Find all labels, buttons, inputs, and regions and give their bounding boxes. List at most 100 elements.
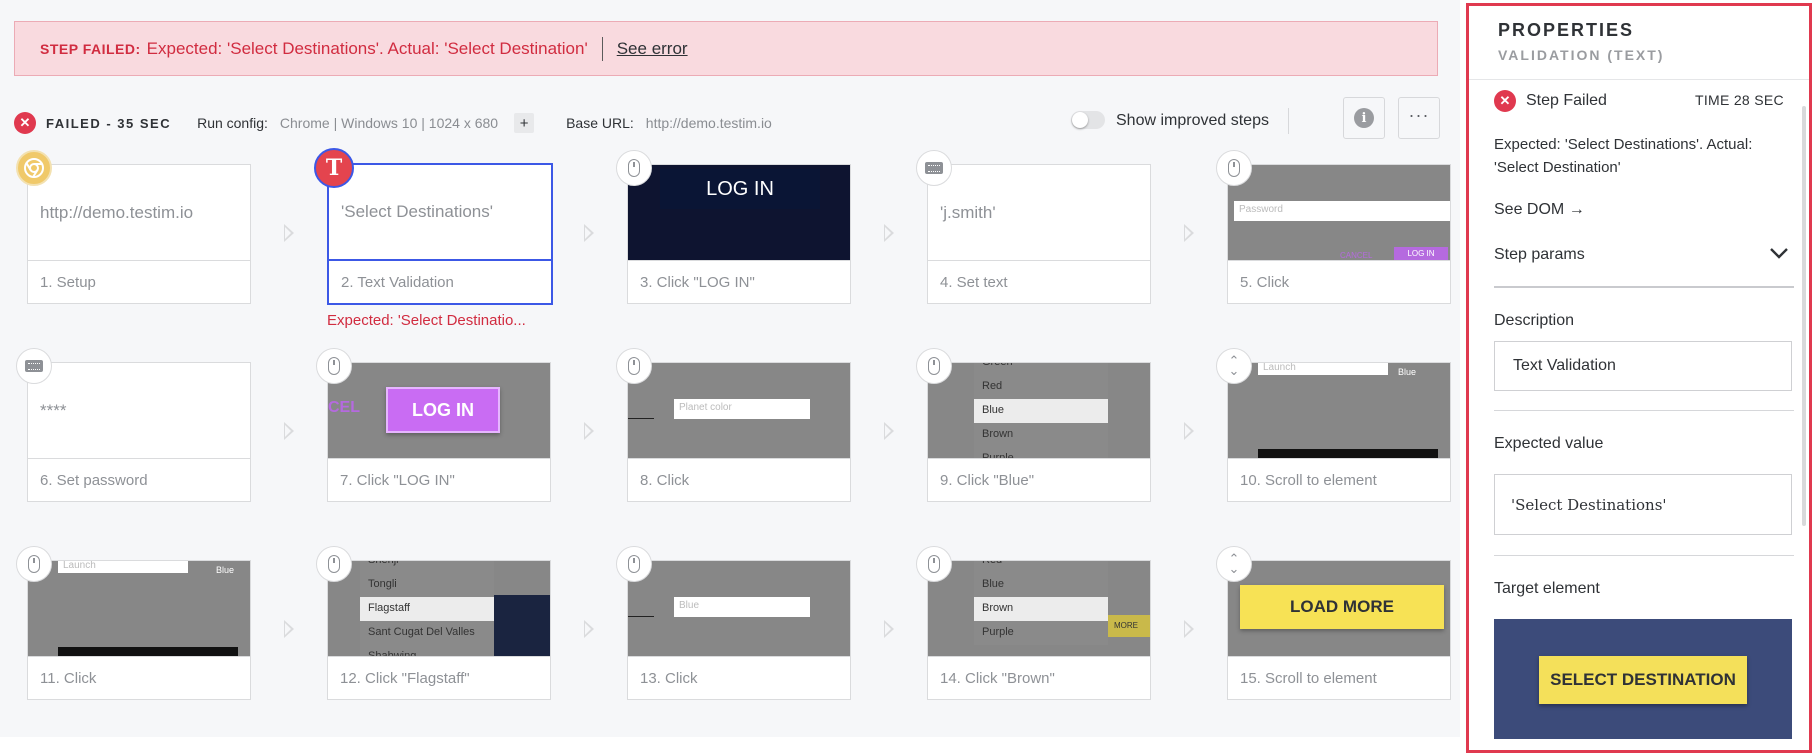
step-thumb-13: Blue bbox=[628, 561, 850, 657]
step-label-15: 15. Scroll to element bbox=[1240, 669, 1377, 687]
see-error-link[interactable]: See error bbox=[617, 39, 688, 59]
step-thumb-10: Launch Blue bbox=[1228, 363, 1450, 459]
thumb-blue-text: Blue bbox=[1398, 367, 1417, 377]
run-config-label: Run config: bbox=[197, 115, 268, 131]
thumb-option: Tongli bbox=[368, 578, 397, 590]
thumb-option: Blue bbox=[974, 399, 1108, 423]
scroll-icon: ⌃ ⌄ bbox=[1216, 348, 1252, 384]
chevron-down-icon[interactable] bbox=[1769, 242, 1789, 265]
thumb-option: Purple bbox=[982, 626, 1014, 638]
validation-t-icon: T bbox=[314, 148, 354, 188]
more-dots-icon: ··· bbox=[1408, 104, 1430, 125]
thumb-option: Blue bbox=[982, 578, 1005, 590]
step-arrow bbox=[884, 620, 894, 638]
description-input[interactable]: Text Validation bbox=[1494, 341, 1792, 391]
step-card-8[interactable]: Planet color 8. Click bbox=[627, 362, 851, 502]
step-card-15[interactable]: LOAD MORE 15. Scroll to element bbox=[1227, 560, 1451, 700]
params-divider bbox=[1494, 286, 1794, 288]
chrome-icon bbox=[16, 150, 52, 186]
expected-value-input[interactable]: 'Select Destinations' bbox=[1494, 474, 1792, 535]
step-arrow bbox=[1184, 224, 1194, 242]
step-card-13[interactable]: Blue 13. Click bbox=[627, 560, 851, 700]
step-arrow bbox=[584, 620, 594, 638]
add-config-button[interactable]: + bbox=[514, 113, 535, 133]
panel-title: PROPERTIES bbox=[1498, 20, 1635, 40]
thumb-dark-bar bbox=[1258, 449, 1438, 458]
step-time: TIME 28 SEC bbox=[1695, 92, 1784, 108]
step-card-14[interactable]: Red Blue Brown Purple MORE 14. Click "Br… bbox=[927, 560, 1151, 700]
thumb-option: Brown bbox=[974, 597, 1108, 621]
thumb-option: Red bbox=[982, 380, 1003, 392]
step-label-10: 10. Scroll to element bbox=[1240, 471, 1377, 489]
step-arrow bbox=[284, 620, 294, 638]
step-thumb-5: Password CANCEL LOG IN bbox=[1228, 165, 1450, 261]
step-arrow bbox=[884, 224, 894, 242]
info-button[interactable]: i bbox=[1343, 97, 1385, 139]
see-dom-link[interactable]: See DOM → bbox=[1494, 201, 1585, 219]
step-card-1[interactable]: http://demo.testim.io 1. Setup bbox=[27, 164, 251, 304]
thumb-login-text: LOG IN bbox=[660, 169, 820, 209]
mouse-icon bbox=[916, 348, 952, 384]
thumb-login-button: LOG IN bbox=[386, 387, 500, 433]
failed-x-icon: ✕ bbox=[1494, 90, 1516, 112]
thumb-option: Shenji bbox=[360, 561, 494, 573]
thumb-blue-dropdown: Blue bbox=[674, 597, 810, 617]
step-arrow bbox=[1184, 422, 1194, 440]
expected-value-label: Expected value bbox=[1494, 435, 1604, 452]
step-card-11[interactable]: Launch Blue 11. Click bbox=[27, 560, 251, 700]
info-icon: i bbox=[1354, 108, 1374, 128]
step-card-7[interactable]: CEL LOG IN 7. Click "LOG IN" bbox=[327, 362, 551, 502]
mouse-icon bbox=[916, 546, 952, 582]
step-label-14: 14. Click "Brown" bbox=[940, 669, 1055, 687]
panel-subtitle: VALIDATION (TEXT) bbox=[1498, 47, 1665, 63]
step-thumb-14: Red Blue Brown Purple MORE bbox=[928, 561, 1150, 657]
improved-steps-toggle[interactable] bbox=[1071, 111, 1105, 129]
mouse-icon bbox=[616, 150, 652, 186]
step-card-10[interactable]: Launch Blue 10. Scroll to element bbox=[1227, 362, 1451, 502]
scroll-icon: ⌃ ⌄ bbox=[1216, 546, 1252, 582]
thumb-login-btn: LOG IN bbox=[1394, 247, 1448, 260]
step-label-1: 1. Setup bbox=[40, 273, 96, 291]
step-arrow bbox=[884, 422, 894, 440]
run-status-bar: ✕ FAILED - 35 SEC Run config: Chrome | W… bbox=[14, 97, 1440, 141]
step-status-text: Step Failed bbox=[1526, 92, 1607, 109]
step-thumb-1: http://demo.testim.io bbox=[28, 165, 250, 261]
step-label-6: 6. Set password bbox=[40, 471, 148, 489]
toggle-knob bbox=[1072, 112, 1088, 128]
toolbar-divider bbox=[1288, 108, 1289, 134]
step-label-4: 4. Set text bbox=[940, 273, 1008, 291]
step-card-6[interactable]: **** 6. Set password bbox=[27, 362, 251, 502]
thumb-more-btn: MORE bbox=[1108, 615, 1150, 637]
panel-scrollbar[interactable] bbox=[1802, 106, 1806, 526]
step-label-12: 12. Click "Flagstaff" bbox=[340, 669, 470, 687]
thumb-launch-dropdown: Launch bbox=[1258, 363, 1388, 375]
run-config-value: Chrome | Windows 10 | 1024 x 680 bbox=[279, 115, 499, 131]
thumb-cel-text: CEL bbox=[328, 399, 360, 416]
step-card-3[interactable]: LOG IN 3. Click "LOG IN" bbox=[627, 164, 851, 304]
step-arrow bbox=[1184, 620, 1194, 638]
step-params-toggle[interactable]: Step params bbox=[1494, 246, 1585, 264]
thumb-option: Brown bbox=[982, 428, 1014, 440]
step-card-2[interactable]: 'Select Destinations' 2. Text Validation bbox=[327, 163, 553, 305]
thumb-option: Purple bbox=[982, 452, 1014, 459]
target-element-image[interactable]: SELECT DESTINATION bbox=[1494, 619, 1792, 739]
step-label-5: 5. Click bbox=[1240, 273, 1290, 291]
step-label-9: 9. Click "Blue" bbox=[940, 471, 1035, 489]
mouse-icon bbox=[316, 546, 352, 582]
thumb-cancel-text: CANCEL bbox=[1340, 251, 1373, 260]
thumb-option: Shabwing bbox=[368, 650, 417, 657]
step-card-4[interactable]: 'j.smith' 4. Set text bbox=[927, 164, 1151, 304]
step-status: ✕ Step Failed bbox=[1494, 90, 1607, 112]
thumb-options-list: Green Red Blue Brown Purple bbox=[974, 363, 1108, 459]
step-card-5[interactable]: Password CANCEL LOG IN 5. Click bbox=[1227, 164, 1451, 304]
step-thumb-2: 'Select Destinations' bbox=[329, 165, 551, 261]
more-options-button[interactable]: ··· bbox=[1398, 97, 1440, 139]
step-thumb-4: 'j.smith' bbox=[928, 165, 1150, 261]
step-label-2: 2. Text Validation bbox=[341, 273, 454, 291]
thumb-option: Red bbox=[974, 561, 1108, 573]
mouse-icon bbox=[16, 546, 52, 582]
step-card-12[interactable]: Shenji Tongli Flagstaff Sant Cugat Del V… bbox=[327, 560, 551, 700]
step-card-9[interactable]: Green Red Blue Brown Purple 9. Click "Bl… bbox=[927, 362, 1151, 502]
step-arrow bbox=[584, 422, 594, 440]
banner-message: Expected: 'Select Destinations'. Actual:… bbox=[146, 38, 588, 58]
